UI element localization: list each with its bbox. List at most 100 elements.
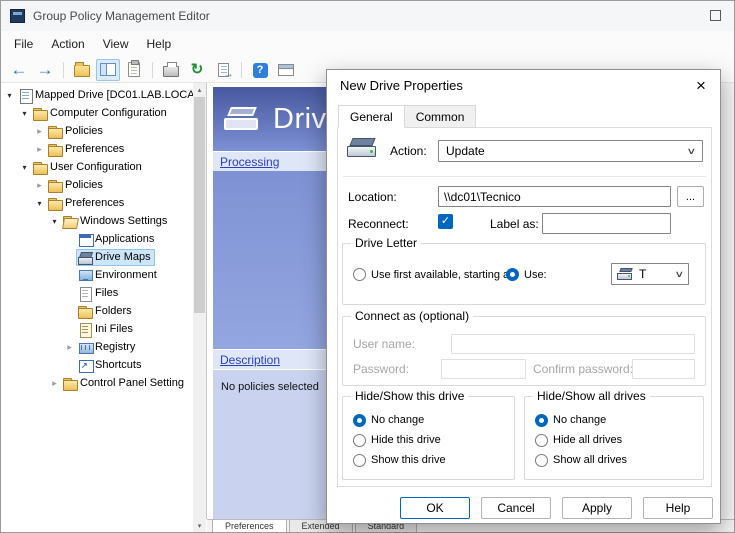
reconnect-checkbox[interactable]: ✓	[438, 214, 453, 229]
radio-no-change[interactable]: No change	[535, 410, 699, 430]
toolbar-properties-button[interactable]	[122, 59, 146, 81]
collapse-arrow-icon[interactable]: ▾	[18, 109, 31, 118]
browse-button[interactable]: ...	[677, 186, 704, 207]
scroll-down-icon[interactable]: ▾	[193, 519, 206, 532]
tree-item-computer-configuration[interactable]: ▾Computer Configuration	[1, 104, 193, 122]
tree-item-registry[interactable]: ▸Registry	[1, 338, 193, 356]
tree-item-shortcuts[interactable]: Shortcuts	[1, 356, 193, 374]
export-list-icon	[218, 63, 229, 77]
tree-scrollbar[interactable]: ▴ ▾	[193, 83, 206, 532]
expand-arrow-icon[interactable]: ▸	[33, 180, 46, 191]
expand-arrow-icon[interactable]: ▸	[33, 126, 46, 137]
toolbar-export-list-button[interactable]	[211, 59, 235, 81]
radio-show-all-drives[interactable]: Show all drives	[535, 450, 699, 470]
action-dropdown[interactable]: Update ∨	[438, 140, 703, 162]
close-icon[interactable]: ×	[689, 75, 713, 96]
maximize-button[interactable]	[710, 10, 721, 21]
tree-item-content: Policies	[46, 123, 107, 140]
collapse-arrow-icon[interactable]: ▾	[48, 217, 61, 226]
tree-item-ini-files[interactable]: Ini Files	[1, 320, 193, 338]
registry-icon	[78, 341, 93, 354]
title-bar: Group Policy Management Editor	[1, 1, 734, 31]
scrollbar-thumb[interactable]	[194, 97, 205, 313]
tree-item-content: Drive Maps	[76, 249, 155, 266]
help-button[interactable]: Help	[643, 497, 713, 519]
toolbar-back-button[interactable]	[7, 59, 31, 81]
tree-item-preferences[interactable]: ▸Preferences	[1, 140, 193, 158]
tree-item-control-panel-setting[interactable]: ▸Control Panel Setting	[1, 374, 193, 392]
confirm-password-label: Confirm password:	[533, 362, 633, 376]
radio-hide-this-drive[interactable]: Hide this drive	[353, 430, 510, 450]
drive-letter-dropdown[interactable]: T ∨	[611, 263, 689, 285]
toolbar-show-console-tree-button[interactable]	[96, 59, 120, 81]
tree-item-policies[interactable]: ▸ Policies	[1, 176, 193, 194]
expand-arrow-icon[interactable]: ▸	[63, 342, 76, 353]
tree-item-label: Folders	[93, 305, 132, 317]
tab-preferences[interactable]: Preferences	[212, 520, 287, 532]
radio-icon	[535, 454, 548, 467]
radio-icon	[535, 434, 548, 447]
ok-button[interactable]: OK	[400, 497, 470, 519]
tree-item-drive-maps[interactable]: Drive Maps	[1, 248, 193, 266]
expand-arrow-icon[interactable]: ▸	[33, 144, 46, 155]
apply-button[interactable]: Apply	[562, 497, 632, 519]
tab-general[interactable]: General	[338, 105, 405, 128]
print-icon	[163, 66, 179, 77]
tree-item-label: Policies	[63, 179, 103, 191]
tree-item-applications[interactable]: Applications	[1, 230, 193, 248]
menu-action[interactable]: Action	[42, 33, 93, 55]
radio-label: Show all drives	[553, 454, 627, 466]
folder-icon	[48, 197, 63, 210]
location-input[interactable]	[438, 186, 671, 207]
collapse-arrow-icon[interactable]: ▾	[3, 91, 16, 100]
tree-item-files[interactable]: Files	[1, 284, 193, 302]
radio-use-first-available[interactable]: Use first available, starting at:	[353, 268, 515, 281]
cancel-button[interactable]: Cancel	[481, 497, 551, 519]
tree-item-mapped-drive-dc01-lab-loca[interactable]: ▾Mapped Drive [DC01.LAB.LOCA	[1, 86, 193, 104]
radio-use[interactable]: Use:	[506, 268, 547, 281]
collapse-arrow-icon[interactable]: ▾	[33, 199, 46, 208]
collapse-arrow-icon[interactable]: ▾	[18, 163, 31, 172]
toolbar-help-button[interactable]	[248, 59, 272, 81]
tree-item-policies[interactable]: ▸ Policies	[1, 122, 193, 140]
menu-file[interactable]: File	[5, 33, 42, 55]
tree-item-preferences[interactable]: ▾Preferences	[1, 194, 193, 212]
toolbar-print-button[interactable]	[159, 59, 183, 81]
general-tab-panel: Action: Update ∨ Location: ... Reconnect…	[337, 127, 712, 487]
tree-item-content: Ini Files	[76, 321, 137, 338]
scroll-up-icon[interactable]: ▴	[193, 83, 206, 96]
tree-item-environment[interactable]: Environment	[1, 266, 193, 284]
content-scrollbar[interactable]	[720, 83, 734, 519]
tree-item-content: Policies	[46, 177, 107, 194]
tab-common[interactable]: Common	[404, 105, 477, 128]
toolbar-show-action-pane-button[interactable]	[274, 59, 298, 81]
tree-item-content: Folders	[76, 303, 136, 320]
radio-label: No change	[371, 414, 424, 426]
tree-item-windows-settings[interactable]: ▾Windows Settings	[1, 212, 193, 230]
radio-no-change[interactable]: No change	[353, 410, 510, 430]
expand-arrow-icon[interactable]: ▸	[48, 378, 61, 389]
menu-view[interactable]: View	[94, 33, 138, 55]
radio-hide-all-drives[interactable]: Hide all drives	[535, 430, 699, 450]
tree-item-content: Computer Configuration	[31, 105, 171, 122]
radio-label: Use:	[524, 269, 547, 281]
radio-show-this-drive[interactable]: Show this drive	[353, 450, 510, 470]
description-link[interactable]: Description	[220, 353, 280, 367]
toolbar-separator	[152, 62, 153, 78]
processing-link[interactable]: Processing	[220, 155, 279, 169]
chevron-down-icon: ∨	[675, 269, 685, 280]
confirm-password-input	[632, 359, 695, 379]
tree-item-folders[interactable]: Folders	[1, 302, 193, 320]
toolbar-up-one-level-button[interactable]	[70, 59, 94, 81]
tree-item-label: Policies	[63, 125, 103, 137]
tree-item-user-configuration[interactable]: ▾User Configuration	[1, 158, 193, 176]
env-icon	[78, 269, 93, 282]
tree-item-label: Ini Files	[93, 323, 133, 335]
menu-help[interactable]: Help	[138, 33, 181, 55]
label-as-input[interactable]	[542, 213, 671, 234]
window: Group Policy Management Editor FileActio…	[0, 0, 735, 533]
folder-icon	[33, 161, 48, 174]
toolbar-refresh-button[interactable]	[185, 59, 209, 81]
hide-show-all-drives-title: Hide/Show all drives	[533, 389, 650, 403]
toolbar-forward-button[interactable]	[33, 59, 57, 81]
